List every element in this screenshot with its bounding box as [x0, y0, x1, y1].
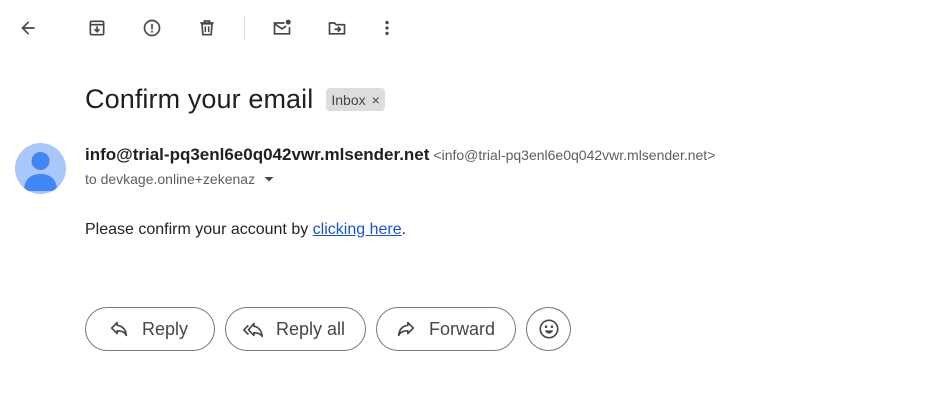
email-body: Please confirm your account by clicking …: [85, 221, 406, 239]
message-toolbar: [0, 0, 947, 56]
body-suffix: .: [401, 221, 407, 238]
forward-icon: [395, 318, 417, 340]
back-button[interactable]: [10, 10, 46, 46]
sender-email: <info@trial-pq3enl6e0q042vwr.mlsender.ne…: [433, 147, 716, 163]
inbox-label-chip[interactable]: Inbox ×: [326, 88, 385, 111]
forward-label: Forward: [429, 318, 496, 339]
move-to-folder-icon: [328, 22, 346, 35]
trash-icon: [200, 20, 214, 36]
sender-name[interactable]: info@trial-pq3enl6e0q042vwr.mlsender.net: [85, 145, 429, 165]
report-icon: [143, 19, 161, 37]
email-subject: Confirm your email: [85, 84, 314, 114]
subject-row: Confirm your email Inbox ×: [85, 84, 385, 115]
body-prefix: Please confirm your account by: [85, 221, 313, 238]
emoji-reaction-button[interactable]: [526, 307, 571, 351]
mark-unread-button[interactable]: [264, 10, 300, 46]
person-icon: [24, 152, 57, 191]
archive-icon: [89, 20, 105, 36]
report-spam-button[interactable]: [134, 10, 170, 46]
reply-all-button[interactable]: Reply all: [225, 307, 366, 351]
mark-unread-icon: [273, 19, 291, 35]
emoji-icon: [538, 318, 560, 340]
recipient-row: to devkage.online+zekenaz: [85, 171, 277, 187]
reply-button[interactable]: Reply: [85, 307, 215, 351]
recipient-text: to devkage.online+zekenaz: [85, 171, 256, 187]
reply-all-icon: [242, 318, 264, 340]
reply-all-label: Reply all: [276, 318, 346, 339]
caret-down-icon: [264, 177, 274, 182]
more-options-button[interactable]: [369, 10, 405, 46]
sender-row: info@trial-pq3enl6e0q042vwr.mlsender.net…: [85, 145, 715, 165]
sender-avatar[interactable]: [15, 143, 66, 194]
move-to-button[interactable]: [319, 10, 355, 46]
confirm-link[interactable]: clicking here: [313, 221, 402, 238]
forward-button[interactable]: Forward: [376, 307, 516, 351]
reply-icon: [108, 318, 130, 340]
toolbar-divider: [244, 16, 245, 40]
delete-button[interactable]: [189, 10, 225, 46]
arrow-back-icon: [21, 21, 35, 35]
reply-label: Reply: [142, 318, 189, 339]
remove-label-button[interactable]: ×: [372, 92, 380, 108]
label-text: Inbox: [331, 91, 366, 108]
archive-button[interactable]: [79, 10, 115, 46]
show-details-button[interactable]: [261, 171, 277, 187]
more-vert-icon: [385, 20, 389, 36]
